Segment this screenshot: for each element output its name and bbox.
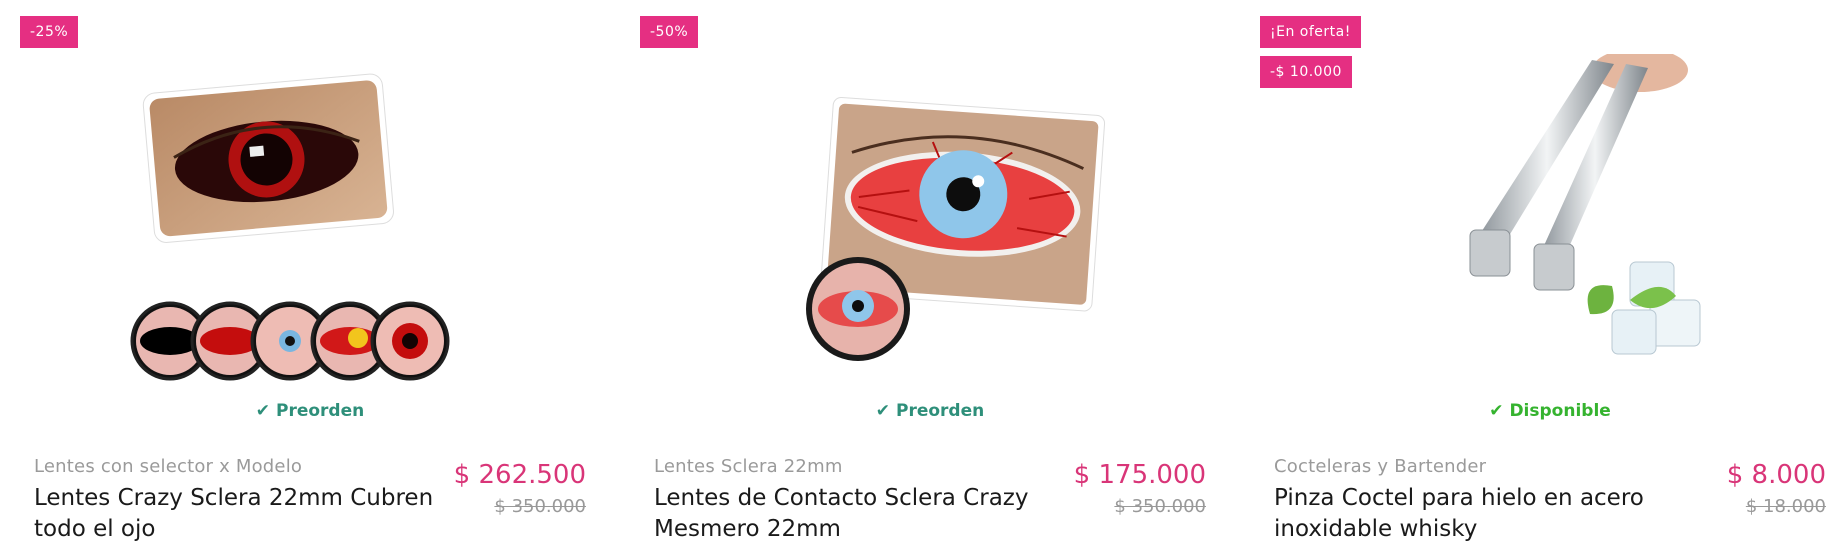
product-card[interactable]: ¡En oferta! -$ 10.000 ✔ Disponible Cocte… — [1240, 0, 1845, 560]
original-price: $ 350.000 — [1114, 496, 1206, 517]
badge-group: ¡En oferta! -$ 10.000 — [1260, 16, 1361, 88]
stock-status: ✔ Preorden — [0, 401, 620, 421]
product-info: Lentes Sclera 22mm Lentes de Contacto Sc… — [654, 456, 1206, 545]
product-image[interactable] — [90, 54, 530, 394]
checkmark-icon: ✔ — [1489, 401, 1504, 421]
price-box: $ 8.000 $ 18.000 — [1727, 456, 1826, 517]
stock-label: Disponible — [1509, 401, 1611, 421]
product-image[interactable] — [710, 54, 1150, 394]
stock-label: Preorden — [276, 401, 365, 421]
stock-status: ✔ Disponible — [1240, 401, 1845, 421]
current-price: $ 8.000 — [1726, 460, 1826, 490]
discount-badge: -50% — [640, 16, 699, 48]
product-image[interactable] — [1330, 54, 1770, 394]
discount-badge: -$ 10.000 — [1260, 56, 1352, 88]
product-card[interactable]: -50% ✔ Preorden Lentes Sclera 22mm Lente… — [620, 0, 1240, 560]
stock-label: Preorden — [896, 401, 985, 421]
product-info: Lentes con selector x Modelo Lentes Craz… — [34, 456, 586, 545]
product-card[interactable]: -25% ✔ Preorden Lentes con selector x Mo… — [0, 0, 620, 560]
mesmero-lens-photo — [806, 97, 1106, 361]
price-box: $ 262.500 $ 350.000 — [454, 456, 586, 517]
discount-badge: -25% — [20, 16, 79, 48]
current-price: $ 175.000 — [1073, 460, 1206, 490]
ice-tongs-photo — [1469, 54, 1701, 355]
price-box: $ 175.000 $ 350.000 — [1074, 456, 1206, 517]
product-info: Cocteleras y Bartender Pinza Coctel para… — [1274, 456, 1826, 545]
lens-variant-thumbnails — [130, 301, 450, 381]
original-price: $ 350.000 — [494, 496, 586, 517]
stock-status: ✔ Preorden — [620, 401, 1240, 421]
checkmark-icon: ✔ — [255, 401, 270, 421]
product-grid: -25% ✔ Preorden Lentes con selector x Mo… — [0, 0, 1845, 560]
product-title[interactable]: Lentes de Contacto Sclera Crazy Mesmero … — [654, 483, 1054, 545]
checkmark-icon: ✔ — [875, 401, 890, 421]
badge-group: -50% — [640, 16, 699, 48]
product-title[interactable]: Pinza Coctel para hielo en acero inoxida… — [1274, 483, 1674, 545]
sale-badge: ¡En oferta! — [1260, 16, 1361, 48]
current-price: $ 262.500 — [453, 460, 586, 490]
original-price: $ 18.000 — [1745, 496, 1826, 517]
product-title[interactable]: Lentes Crazy Sclera 22mm Cubren todo el … — [34, 483, 434, 545]
sclera-lens-photo — [130, 73, 450, 381]
badge-group: -25% — [20, 16, 79, 48]
